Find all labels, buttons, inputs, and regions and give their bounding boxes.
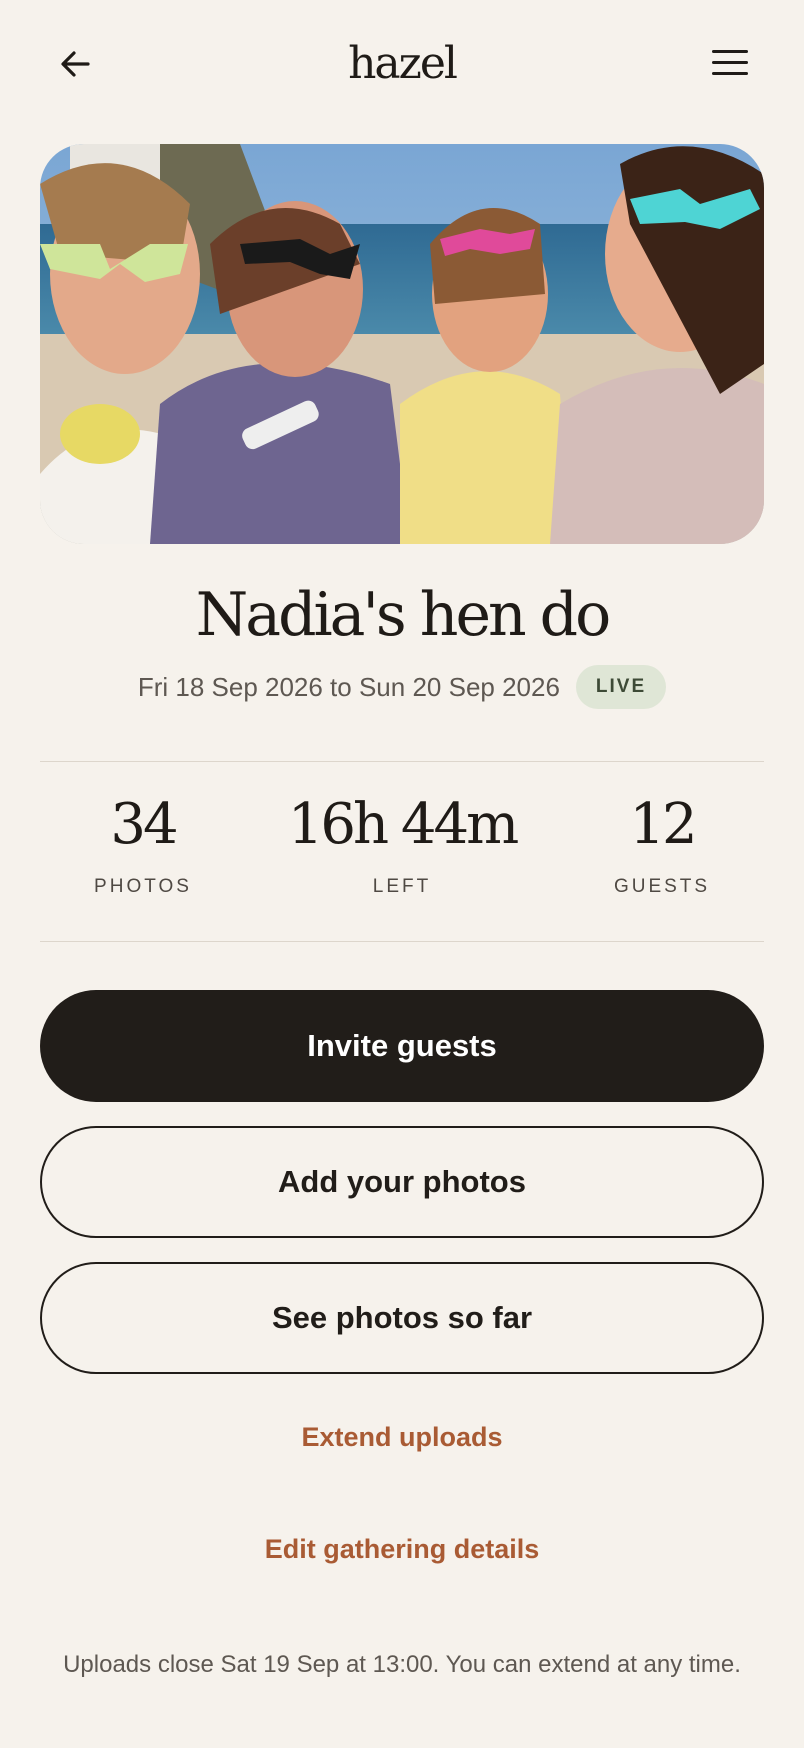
stat-time-left: 16h 44m LEFT [272,790,532,898]
stat-guests: 12 GUESTS [532,790,792,898]
stat-photos: 34 PHOTOS [13,790,273,898]
photos-label: PHOTOS [94,876,192,897]
event-dates: Fri 18 Sep 2026 to Sun 20 Sep 2026 [137,671,560,702]
see-photos-button[interactable]: See photos so far [40,1262,764,1374]
event-title: Nadia's hen do [195,580,611,650]
edit-gathering-link[interactable]: Edit gathering details [0,1534,804,1565]
event-date-row: Fri 18 Sep 2026 to Sun 20 Sep 2026 LIVE [0,662,804,712]
app-logo: hazel [348,38,458,89]
guests-label: GUESTS [613,876,711,897]
menu-button[interactable] [710,46,750,80]
divider-bottom [40,941,764,942]
time-left-label: LEFT [372,876,432,897]
hamburger-menu-icon [712,50,748,53]
app-header: hazel [0,0,804,130]
cover-photo-illustration [40,144,764,544]
uploads-footnote: Uploads close Sat 19 Sep at 13:00. You c… [63,1651,741,1678]
guests-count: 12 [629,792,697,857]
status-badge: LIVE [575,665,667,709]
extend-uploads-link[interactable]: Extend uploads [0,1422,804,1453]
event-cover-photo [40,144,764,544]
time-left-value: 16h 44m [287,792,519,857]
divider-top [40,761,764,762]
invite-guests-button[interactable]: Invite guests [40,990,764,1102]
photos-count: 34 [110,792,178,857]
add-photos-button[interactable]: Add your photos [40,1126,764,1238]
